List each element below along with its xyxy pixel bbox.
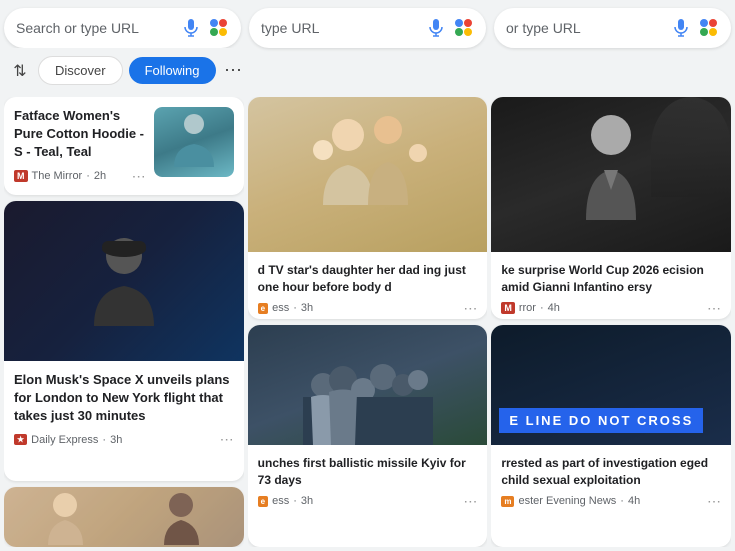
- search-bars-row: Search or type URL type U: [0, 0, 735, 48]
- card-1-col1[interactable]: Fatface Women's Pure Cotton Hoodie - S -…: [4, 97, 244, 195]
- card-2-col2-dots[interactable]: ⋯: [463, 493, 477, 510]
- card-1-col1-img: [154, 107, 234, 177]
- card-1-col3-meta: M rror · 4h ⋯: [501, 300, 721, 317]
- card-1-col1-meta: M The Mirror · 2h ⋯: [14, 168, 146, 185]
- tabs-row: ⇅ Discover Following ⋯: [4, 48, 250, 89]
- card-2-col3-img: E LINE DO NOT CROSS: [491, 325, 731, 445]
- search-bar-3-text: or type URL: [506, 20, 671, 36]
- search-bar-2-text: type URL: [261, 20, 426, 36]
- search-bar-3-icons: [671, 18, 719, 38]
- card-2-col2-content: unches first ballistic missile Kyiv for …: [248, 445, 488, 520]
- card-2-col3[interactable]: E LINE DO NOT CROSS rrested as part of i…: [491, 325, 731, 547]
- search-bar-1-icons: [181, 18, 229, 38]
- card-2-col2-img: [248, 325, 488, 445]
- card-1-col3-time: 4h: [548, 302, 560, 314]
- search-bar-3[interactable]: or type URL: [494, 8, 731, 48]
- card-1-col3[interactable]: ke surprise World Cup 2026 ecision amid …: [491, 97, 731, 319]
- card-1-col2-title: d TV star's daughter her dad ing just on…: [258, 262, 478, 296]
- card-1-col2-source: e ess · 3h: [258, 302, 314, 314]
- card-2-col2-source-name: ess: [272, 495, 289, 507]
- ess-source-icon-col3: m: [501, 496, 514, 507]
- mic-icon-2[interactable]: [426, 18, 446, 38]
- card-1-col2-meta: e ess · 3h ⋯: [258, 300, 478, 317]
- card-1-col1-title: Fatface Women's Pure Cotton Hoodie - S -…: [14, 107, 146, 162]
- card-2-col3-source: m ester Evening News · 4h: [501, 495, 640, 507]
- column-3: ke surprise World Cup 2026 ecision amid …: [491, 97, 731, 547]
- card-1-col2-source-name: ess: [272, 302, 289, 314]
- card-2-col1-source-name: Daily Express: [31, 434, 98, 446]
- mic-icon-3[interactable]: [671, 18, 691, 38]
- card-1-col1-row: Fatface Women's Pure Cotton Hoodie - S -…: [4, 97, 244, 195]
- card-2-col2[interactable]: unches first ballistic missile Kyiv for …: [248, 325, 488, 547]
- card-1-col1-source: M The Mirror · 2h: [14, 170, 106, 182]
- card-1-col3-source-name: rror: [519, 302, 536, 314]
- sort-icon[interactable]: ⇅: [8, 59, 32, 83]
- card-1-col1-text: Fatface Women's Pure Cotton Hoodie - S -…: [14, 107, 146, 185]
- card-2-col1-source: ★ Daily Express · 3h: [14, 434, 122, 446]
- card-1-col2[interactable]: d TV star's daughter her dad ing just on…: [248, 97, 488, 319]
- search-bar-1-text: Search or type URL: [16, 20, 181, 36]
- card-1-col1-source-name: The Mirror: [32, 170, 83, 182]
- card-2-col1-dots[interactable]: ⋯: [220, 431, 234, 448]
- column-2: d TV star's daughter her dad ing just on…: [248, 97, 488, 547]
- card-1-col2-img: [248, 97, 488, 252]
- tabs-dots-icon[interactable]: ⋯: [222, 59, 246, 83]
- lens-icon-1[interactable]: [209, 18, 229, 38]
- ess-source-icon-2: e: [258, 496, 268, 507]
- card-1-col3-source: M rror · 4h: [501, 302, 560, 314]
- lens-icon-2[interactable]: [454, 18, 474, 38]
- card-1-col3-content: ke surprise World Cup 2026 ecision amid …: [491, 252, 731, 319]
- card-1-col2-time: 3h: [301, 302, 313, 314]
- tab-discover[interactable]: Discover: [38, 56, 123, 85]
- ess-source-icon-1: e: [258, 303, 268, 314]
- card-2-col1-content: Elon Musk's Space X unveils plans for Lo…: [4, 361, 244, 459]
- card-2-col3-dots[interactable]: ⋯: [707, 493, 721, 510]
- card-2-col3-title: rrested as part of investigation eged ch…: [501, 455, 721, 489]
- card-2-col1-meta: ★ Daily Express · 3h ⋯: [14, 431, 234, 448]
- content-area: Fatface Women's Pure Cotton Hoodie - S -…: [0, 89, 735, 551]
- card-1-col2-dots[interactable]: ⋯: [463, 300, 477, 317]
- card-2-col3-source-name: ester Evening News: [518, 495, 616, 507]
- search-bar-1[interactable]: Search or type URL: [4, 8, 241, 48]
- card-1-col3-dots[interactable]: ⋯: [707, 300, 721, 317]
- card-3-col1[interactable]: [4, 487, 244, 547]
- crime-scene-tape-text: E LINE DO NOT CROSS: [499, 408, 703, 433]
- mirror-source-icon: M: [14, 170, 28, 182]
- card-2-col1-time: 3h: [110, 434, 122, 446]
- card-2-col2-time: 3h: [301, 495, 313, 507]
- search-bar-2[interactable]: type URL: [249, 8, 486, 48]
- card-2-col3-meta: m ester Evening News · 4h ⋯: [501, 493, 721, 510]
- search-bar-2-icons: [426, 18, 474, 38]
- tab-following[interactable]: Following: [129, 57, 216, 84]
- card-2-col2-source: e ess · 3h: [258, 495, 314, 507]
- card-1-col1-dots[interactable]: ⋯: [132, 168, 146, 185]
- card-2-col2-title: unches first ballistic missile Kyiv for …: [258, 455, 478, 489]
- card-2-col3-content: rrested as part of investigation eged ch…: [491, 445, 731, 520]
- card-2-col2-meta: e ess · 3h ⋯: [258, 493, 478, 510]
- column-1: Fatface Women's Pure Cotton Hoodie - S -…: [4, 97, 244, 547]
- card-1-col2-content: d TV star's daughter her dad ing just on…: [248, 252, 488, 319]
- card-1-col3-img: [491, 97, 731, 252]
- card-1-col1-time: 2h: [94, 170, 106, 182]
- card-1-col3-title: ke surprise World Cup 2026 ecision amid …: [501, 262, 721, 296]
- card-2-col1[interactable]: Elon Musk's Space X unveils plans for Lo…: [4, 201, 244, 481]
- card-2-col3-time: 4h: [628, 495, 640, 507]
- express-source-icon: ★: [14, 434, 27, 445]
- mic-icon-1[interactable]: [181, 18, 201, 38]
- card-2-col1-img: [4, 201, 244, 361]
- lens-icon-3[interactable]: [699, 18, 719, 38]
- mirror-source-icon-col3: M: [501, 302, 515, 314]
- card-2-col1-title: Elon Musk's Space X unveils plans for Lo…: [14, 371, 234, 426]
